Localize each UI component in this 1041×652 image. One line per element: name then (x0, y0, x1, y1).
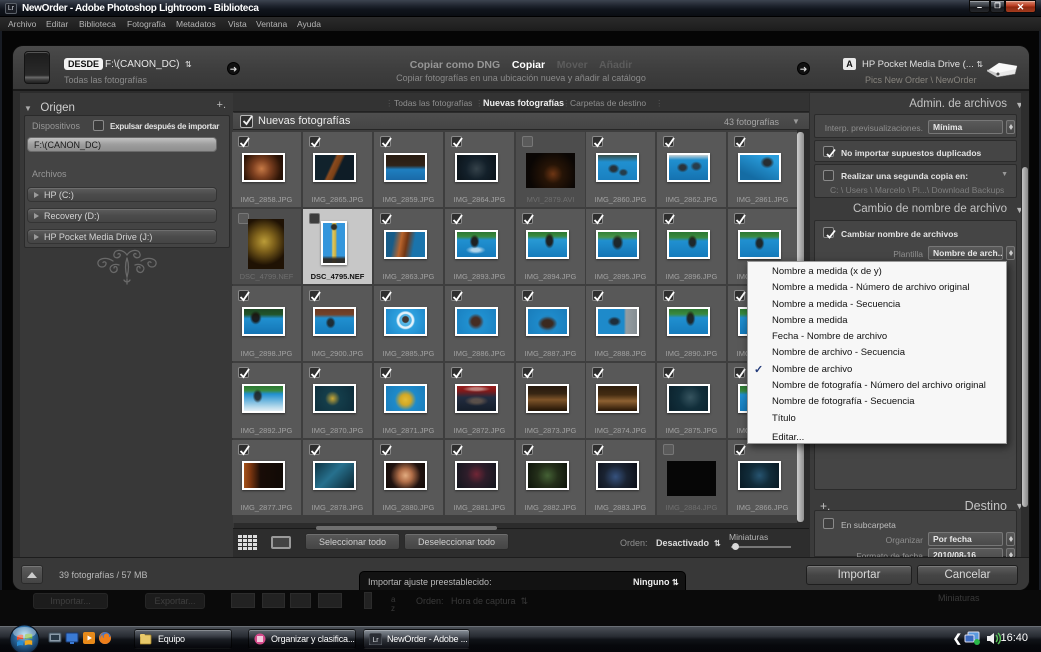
svg-text:Lr: Lr (373, 637, 380, 644)
